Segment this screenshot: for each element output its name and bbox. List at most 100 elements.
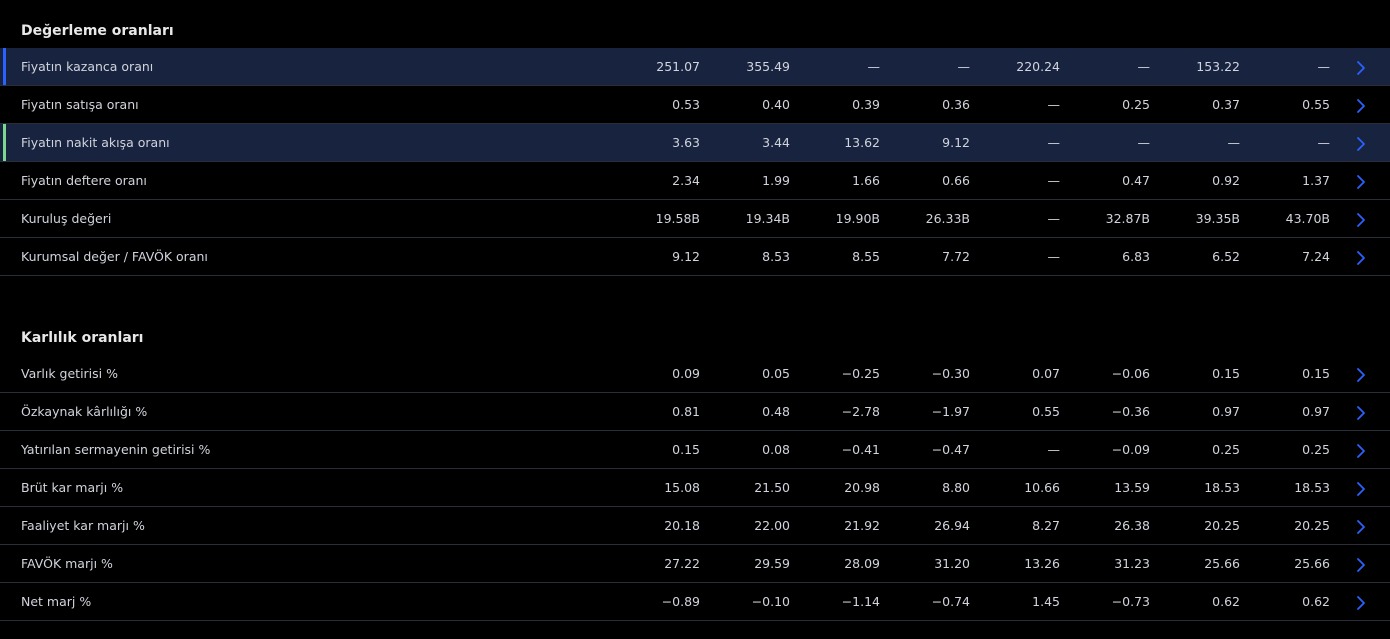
row-value: 1.66 <box>852 173 880 188</box>
row-value: 18.53 <box>1294 480 1330 495</box>
row-value: 7.24 <box>1302 249 1330 264</box>
row-value: 6.83 <box>1122 249 1150 264</box>
row-value: 19.90B <box>835 211 880 226</box>
row-value: 0.09 <box>672 366 700 381</box>
table-row[interactable]: Kurumsal değer / FAVÖK oranı 9.12 8.53 8.55… <box>0 238 1390 276</box>
row-value: −0.41 <box>841 442 880 457</box>
row-value: — <box>1047 173 1061 188</box>
row-value: 19.34B <box>745 211 790 226</box>
row-value: — <box>1047 249 1061 264</box>
row-value: 9.12 <box>942 135 970 150</box>
row-label: Fiyatın kazanca oranı <box>21 59 154 74</box>
row-value: 0.53 <box>672 97 700 112</box>
row-label: FAVÖK marjı % <box>21 556 113 571</box>
row-value: 22.00 <box>754 518 790 533</box>
chevron-right-icon[interactable] <box>1354 595 1368 611</box>
row-value: 1.37 <box>1302 173 1330 188</box>
row-value: 0.62 <box>1302 594 1330 609</box>
row-value: −0.30 <box>931 366 970 381</box>
row-value: 27.22 <box>664 556 700 571</box>
chevron-right-icon[interactable] <box>1354 250 1368 266</box>
table-row[interactable]: Fiyatın satışa oranı 0.53 0.40 0.39 0.36 — 0.2… <box>0 86 1390 124</box>
row-label: Özkaynak kârlılığı % <box>21 404 148 419</box>
row-value: −0.06 <box>1111 366 1150 381</box>
table-row[interactable]: Özkaynak kârlılığı % 0.81 0.48 −2.78 −1.97 0.… <box>0 393 1390 431</box>
chevron-right-icon[interactable] <box>1354 212 1368 228</box>
table-row[interactable]: Fiyatın deftere oranı 2.34 1.99 1.66 0.66 — 0.… <box>0 162 1390 200</box>
row-label: Kurumsal değer / FAVÖK oranı <box>21 249 208 264</box>
row-value: 1.99 <box>762 173 790 188</box>
row-value: 0.48 <box>762 404 790 419</box>
row-value: 20.25 <box>1204 518 1240 533</box>
row-value: 251.07 <box>656 59 700 74</box>
row-value: −0.09 <box>1111 442 1150 457</box>
table-row[interactable]: Fiyatın nakit akışa oranı 3.63 3.44 13.62 9.… <box>0 124 1390 162</box>
chevron-right-icon[interactable] <box>1354 60 1368 76</box>
row-value: −0.74 <box>931 594 970 609</box>
row-value: −0.47 <box>931 442 970 457</box>
row-value: 0.07 <box>1032 366 1060 381</box>
row-value: 9.12 <box>672 249 700 264</box>
row-value: — <box>1047 135 1061 150</box>
row-value: 13.62 <box>844 135 880 150</box>
row-value: −0.73 <box>1111 594 1150 609</box>
row-value: 0.39 <box>852 97 880 112</box>
table-row[interactable]: Net marj % −0.89 −0.10 −1.14 −0.74 1.45 −0.73 0… <box>0 583 1390 621</box>
row-value: 2.34 <box>672 173 700 188</box>
row-value: −1.97 <box>931 404 970 419</box>
row-label: Fiyatın satışa oranı <box>21 97 139 112</box>
row-value: — <box>1227 135 1241 150</box>
chevron-right-icon[interactable] <box>1354 481 1368 497</box>
row-value: — <box>1317 59 1331 74</box>
row-value: 0.36 <box>942 97 970 112</box>
table-row[interactable]: Brüt kar marjı % 15.08 21.50 20.98 8.80 10.66… <box>0 469 1390 507</box>
table-row[interactable]: Kuruluş değeri 19.58B 19.34B 19.90B 26.33B — 3… <box>0 200 1390 238</box>
chevron-right-icon[interactable] <box>1354 443 1368 459</box>
chevron-right-icon[interactable] <box>1354 405 1368 421</box>
table-row[interactable]: Varlık getirisi % 0.09 0.05 −0.25 −0.30 0.07 −… <box>0 355 1390 393</box>
row-value: −0.36 <box>1111 404 1150 419</box>
row-value: 7.72 <box>942 249 970 264</box>
chevron-right-icon[interactable] <box>1354 519 1368 535</box>
row-value: 15.08 <box>664 480 700 495</box>
row-value: 20.98 <box>844 480 880 495</box>
row-marker <box>3 124 6 161</box>
valuation-ratios-section: Değerleme oranları Fiyatın kazanca oranı… <box>0 14 1390 276</box>
row-value: 13.26 <box>1024 556 1060 571</box>
row-value: 0.25 <box>1302 442 1330 457</box>
row-value: 0.08 <box>762 442 790 457</box>
row-value: −2.78 <box>841 404 880 419</box>
row-value: 0.25 <box>1212 442 1240 457</box>
row-marker <box>3 48 6 85</box>
chevron-right-icon[interactable] <box>1354 136 1368 152</box>
table-row[interactable]: FAVÖK marjı % 27.22 29.59 28.09 31.20 13.26 31… <box>0 545 1390 583</box>
row-value: 0.62 <box>1212 594 1240 609</box>
row-value: 29.59 <box>754 556 790 571</box>
row-value: 0.25 <box>1122 97 1150 112</box>
row-value: 0.40 <box>762 97 790 112</box>
row-value: 31.23 <box>1114 556 1150 571</box>
ratio-table: Fiyatın kazanca oranı 251.07 355.49 — — 220.2… <box>0 48 1390 276</box>
row-value: 32.87B <box>1105 211 1150 226</box>
row-value: 0.47 <box>1122 173 1150 188</box>
row-value: 25.66 <box>1204 556 1240 571</box>
chevron-right-icon[interactable] <box>1354 98 1368 114</box>
chevron-right-icon[interactable] <box>1354 174 1368 190</box>
ratios-page: Değerleme oranları Fiyatın kazanca oranı… <box>0 0 1390 639</box>
table-row[interactable]: Faaliyet kar marjı % 20.18 22.00 21.92 26.94… <box>0 507 1390 545</box>
section-title: Karlılık oranları <box>21 330 144 346</box>
row-value: −1.14 <box>841 594 880 609</box>
row-value: — <box>1137 135 1151 150</box>
row-value: 355.49 <box>746 59 790 74</box>
chevron-right-icon[interactable] <box>1354 367 1368 383</box>
row-value: 13.59 <box>1114 480 1150 495</box>
chevron-right-icon[interactable] <box>1354 557 1368 573</box>
row-value: 1.45 <box>1032 594 1060 609</box>
row-value: 220.24 <box>1016 59 1060 74</box>
table-row[interactable]: Fiyatın kazanca oranı 251.07 355.49 — — 220.2… <box>0 48 1390 86</box>
row-value: 6.52 <box>1212 249 1240 264</box>
table-row[interactable]: Yatırılan sermayenin getirisi % 0.15 0.08 −… <box>0 431 1390 469</box>
row-label: Faaliyet kar marjı % <box>21 518 145 533</box>
row-value: 31.20 <box>934 556 970 571</box>
row-value: −0.10 <box>751 594 790 609</box>
